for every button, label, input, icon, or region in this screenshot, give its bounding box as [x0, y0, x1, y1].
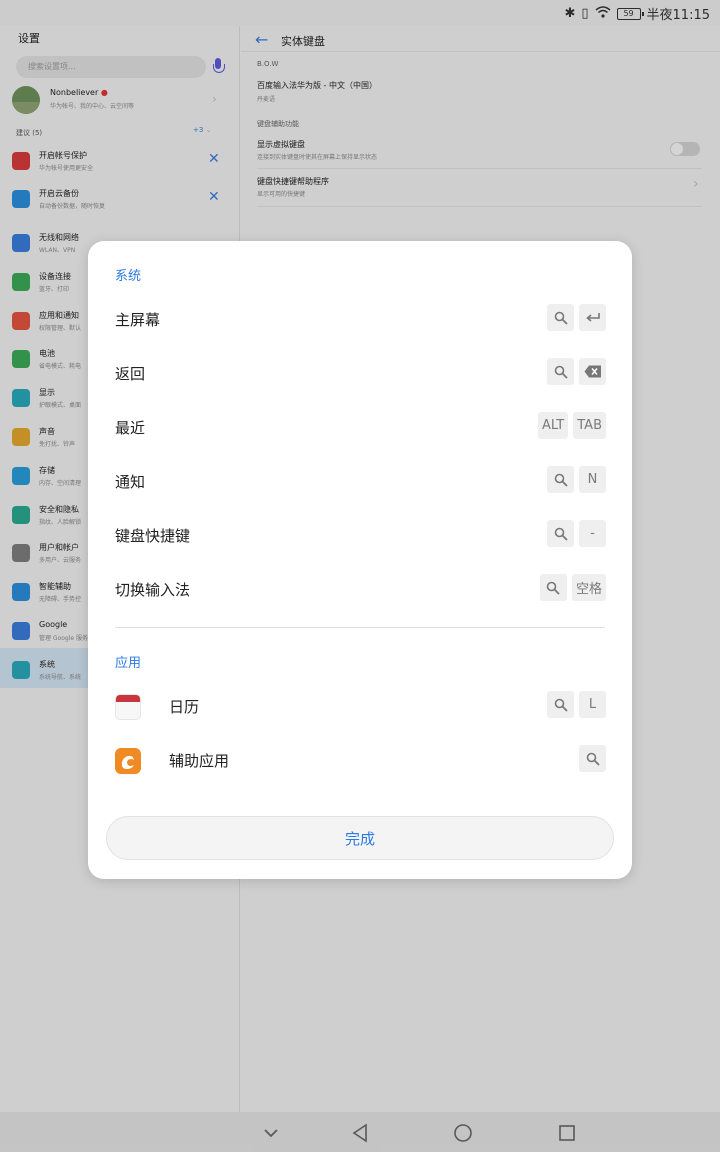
- app-shortcut-keys: [579, 745, 606, 772]
- key-label: TAB: [573, 412, 606, 439]
- shortcut-keys: [547, 304, 606, 331]
- shortcut-label: 返回: [115, 365, 146, 383]
- shortcut-label: 键盘快捷键: [115, 527, 191, 545]
- search-key-icon: [547, 691, 574, 718]
- key-label: -: [579, 520, 606, 547]
- app-shortcut-label: 辅助应用: [169, 752, 230, 770]
- key-label: 空格: [571, 574, 606, 601]
- divider: [115, 627, 605, 628]
- shortcut-label: 通知: [115, 473, 146, 491]
- apps-section-title: 应用: [115, 656, 142, 671]
- key-label: N: [579, 466, 606, 493]
- search-key-icon: [547, 466, 574, 493]
- key-label: ALT: [537, 412, 569, 439]
- shortcut-keys: ALT TAB: [537, 412, 606, 439]
- shortcut-keys: [547, 358, 606, 385]
- uc-browser-icon: [115, 748, 141, 774]
- app-shortcut-label: 日历: [169, 698, 200, 716]
- backspace-key-icon: [579, 358, 606, 385]
- system-section-title: 系统: [115, 269, 142, 284]
- search-key-icon: [539, 574, 567, 601]
- search-key-icon: [547, 304, 574, 331]
- search-key-icon: [547, 520, 574, 547]
- search-key-icon: [547, 358, 574, 385]
- shortcut-label: 最近: [115, 419, 146, 437]
- shortcut-keys: 空格: [539, 574, 606, 601]
- done-button[interactable]: 完成: [106, 816, 614, 860]
- shortcut-label: 主屏幕: [115, 311, 161, 329]
- shortcut-keys: -: [547, 520, 606, 547]
- calendar-icon: [115, 694, 141, 720]
- app-shortcut-keys: L: [547, 691, 606, 718]
- search-key-icon: [579, 745, 606, 772]
- shortcut-label: 切换输入法: [115, 581, 191, 599]
- keyboard-shortcuts-dialog: 系统 主屏幕返回最近 ALT TAB 通知 N 键盘快捷键 - 切换输入法 空格 应用 日历 L 辅…: [88, 241, 632, 879]
- enter-key-icon: [579, 304, 606, 331]
- shortcut-keys: N: [547, 466, 606, 493]
- key-label: L: [579, 691, 606, 718]
